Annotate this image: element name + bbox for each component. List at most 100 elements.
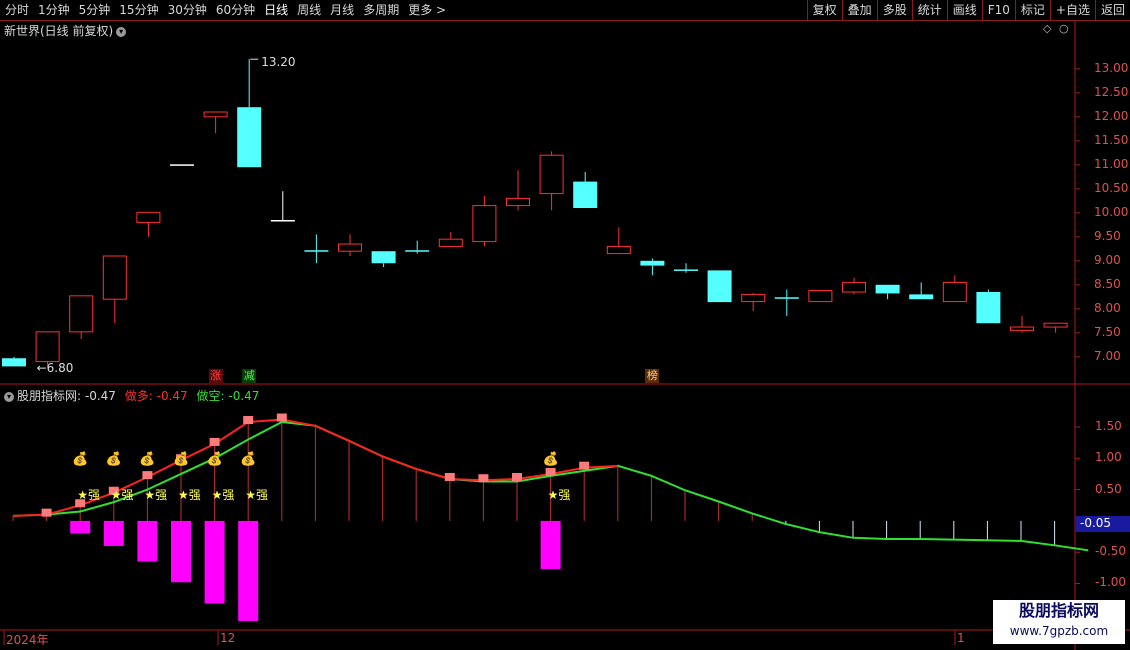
negative-bar[interactable] bbox=[70, 520, 91, 534]
negative-bar[interactable] bbox=[238, 520, 259, 622]
money-bag-icon: 💰 bbox=[72, 452, 89, 467]
long-line-label: 做多: -0.47 bbox=[124, 389, 188, 403]
money-bag-icon: 💰 bbox=[206, 452, 223, 467]
date-axis-label: 12 bbox=[220, 631, 236, 645]
indicator-tick-label: -1.00 bbox=[1095, 575, 1127, 590]
candle-body[interactable] bbox=[35, 331, 60, 363]
chevron-down-icon[interactable]: ▾ bbox=[4, 391, 14, 402]
candle-body[interactable] bbox=[808, 290, 833, 303]
indicator-tick-label: -0.50 bbox=[1095, 544, 1127, 559]
candle-body[interactable] bbox=[539, 154, 564, 195]
price-tick-label: 12.00 bbox=[1094, 108, 1129, 123]
candle-body[interactable] bbox=[875, 284, 900, 294]
stock-title: 新世界(日线 前复权) bbox=[4, 24, 114, 38]
signal-marker[interactable] bbox=[142, 471, 153, 480]
candle-body[interactable] bbox=[438, 238, 463, 247]
candle-body[interactable] bbox=[338, 243, 362, 252]
candle-body[interactable] bbox=[371, 251, 396, 264]
candle-body[interactable] bbox=[102, 255, 127, 300]
candle-body[interactable] bbox=[640, 260, 665, 266]
strong-signal-label: ★强 bbox=[144, 488, 168, 502]
money-bag-icon: 💰 bbox=[542, 452, 559, 467]
price-tick-label: 7.00 bbox=[1094, 348, 1121, 363]
strong-signal-label: ★强 bbox=[547, 488, 571, 502]
price-tick-label: 8.00 bbox=[1094, 300, 1121, 315]
signal-marker[interactable] bbox=[478, 474, 489, 483]
money-bag-icon: 💰 bbox=[105, 452, 122, 467]
short-line-label: 做空: -0.47 bbox=[196, 389, 260, 403]
negative-bar[interactable] bbox=[204, 520, 225, 604]
signal-marker[interactable] bbox=[209, 437, 220, 446]
negative-bar[interactable] bbox=[171, 520, 191, 583]
price-tick-label: 8.50 bbox=[1094, 276, 1121, 291]
candle-body[interactable] bbox=[237, 107, 262, 168]
strong-signal-label: ★强 bbox=[211, 488, 235, 502]
strong-signal-label: ★强 bbox=[245, 488, 268, 502]
indicator-tick-label: 0.50 bbox=[1095, 481, 1122, 496]
candle-body[interactable] bbox=[506, 197, 530, 207]
date-axis-label: 2024年 bbox=[6, 633, 49, 647]
price-tick-label: 10.00 bbox=[1094, 204, 1129, 219]
date-axis-label: 1 bbox=[957, 631, 965, 645]
current-value-box: -0.05 bbox=[1076, 516, 1130, 533]
negative-bar[interactable] bbox=[103, 520, 124, 546]
money-bag-icon: 💰 bbox=[240, 452, 257, 467]
strong-signal-label: ★强 bbox=[110, 488, 134, 502]
signal-marker[interactable] bbox=[579, 461, 590, 470]
watermark-url: www.7gpzb.com bbox=[1009, 624, 1109, 638]
chevron-down-icon[interactable]: ▾ bbox=[116, 26, 127, 37]
price-tick-label: 10.50 bbox=[1094, 180, 1129, 195]
negative-bar[interactable] bbox=[137, 520, 158, 562]
watermark-logo: 股朋指标网 www.7gpzb.com bbox=[993, 600, 1125, 644]
candle-body[interactable] bbox=[741, 293, 766, 303]
candle-body[interactable] bbox=[136, 211, 161, 223]
signal-marker[interactable] bbox=[276, 413, 287, 422]
signal-marker[interactable] bbox=[243, 416, 254, 425]
candle-body[interactable] bbox=[304, 250, 329, 252]
candle-body[interactable] bbox=[909, 294, 934, 300]
signal-marker[interactable] bbox=[545, 467, 556, 476]
indicator-value: : -0.47 bbox=[77, 389, 116, 403]
settings-dot-icon[interactable]: ○ bbox=[1059, 22, 1069, 35]
price-tick-label: 9.50 bbox=[1094, 228, 1121, 243]
signal-marker[interactable] bbox=[41, 508, 52, 517]
price-tick-label: 9.00 bbox=[1094, 252, 1121, 267]
signal-marker[interactable] bbox=[444, 472, 455, 481]
event-tag[interactable]: 涨 bbox=[208, 369, 223, 383]
strong-signal-label: ★强 bbox=[178, 488, 201, 502]
candle-body[interactable] bbox=[270, 220, 295, 222]
sub-panel-title: ▾ 股朋指标网: -0.47 做多: -0.47 做空: -0.47 bbox=[4, 387, 259, 404]
price-tick-label: 11.50 bbox=[1094, 132, 1129, 147]
strong-signal-label: ★强 bbox=[77, 488, 100, 502]
candle-body[interactable] bbox=[942, 281, 967, 303]
candle-body[interactable] bbox=[976, 292, 1001, 324]
price-tick-label: 7.50 bbox=[1094, 324, 1121, 339]
candle-body[interactable] bbox=[1010, 326, 1034, 331]
candle-body[interactable] bbox=[472, 205, 497, 243]
candle-body[interactable] bbox=[69, 295, 94, 333]
event-tag[interactable]: 减 bbox=[242, 369, 257, 383]
candle-body[interactable] bbox=[203, 111, 228, 118]
indicator-tick-label: 1.50 bbox=[1095, 419, 1122, 434]
high-price-label: 13.20 bbox=[261, 55, 296, 70]
candle-body[interactable] bbox=[573, 181, 598, 208]
main-panel-title: 新世界(日线 前复权) ▾ bbox=[4, 22, 127, 39]
negative-bar[interactable] bbox=[540, 520, 561, 570]
watermark-title: 股朋指标网 bbox=[1018, 601, 1099, 620]
candle-body[interactable] bbox=[707, 270, 732, 303]
signal-marker[interactable] bbox=[512, 472, 522, 481]
candle-body[interactable] bbox=[606, 245, 631, 255]
candle-body[interactable] bbox=[170, 164, 194, 166]
indicator-tick-label: 1.00 bbox=[1095, 450, 1122, 465]
kline-chart[interactable] bbox=[0, 0, 1130, 650]
candle-body[interactable] bbox=[842, 281, 866, 293]
price-tick-label: 12.50 bbox=[1094, 84, 1129, 99]
diamond-icon[interactable]: ◇ bbox=[1043, 22, 1051, 35]
candle-body[interactable] bbox=[774, 297, 799, 299]
event-tag[interactable]: 榜 bbox=[645, 369, 660, 383]
money-bag-icon: 💰 bbox=[139, 452, 156, 467]
candle-body[interactable] bbox=[1043, 322, 1068, 328]
candle-body[interactable] bbox=[674, 269, 698, 271]
candle-body[interactable] bbox=[2, 358, 26, 367]
candle-body[interactable] bbox=[405, 250, 430, 252]
